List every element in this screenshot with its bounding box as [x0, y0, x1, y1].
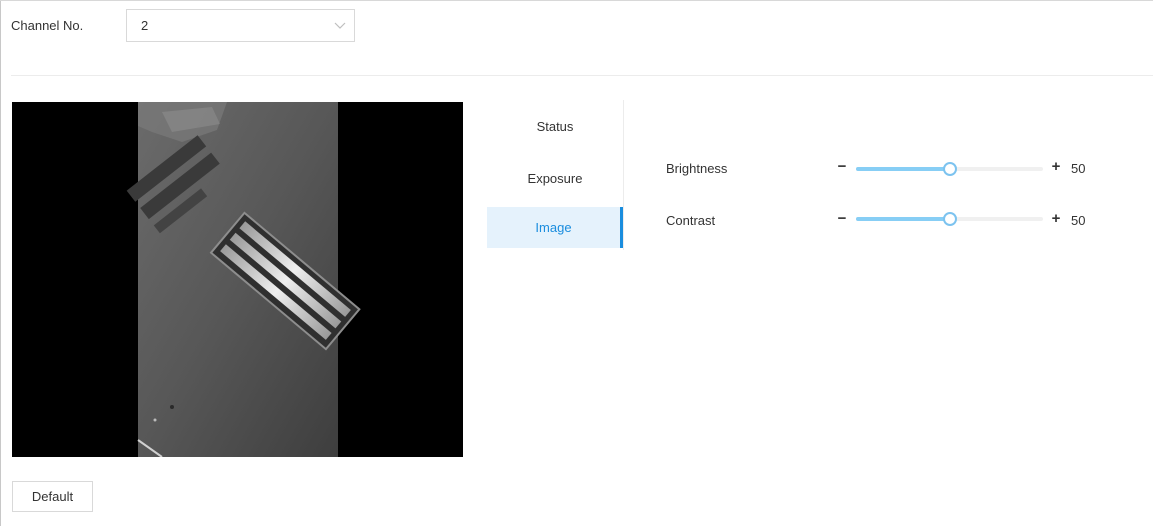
chevron-down-icon — [334, 22, 346, 29]
brightness-value: 50 — [1071, 161, 1086, 176]
channel-select-value: 2 — [141, 18, 149, 33]
settings-tabs: Status Exposure Image — [487, 100, 624, 250]
slider-fill — [856, 217, 950, 221]
camera-frame-image — [12, 102, 463, 457]
frame-left-border — [0, 0, 1, 526]
header-divider — [11, 75, 1153, 76]
tab-status[interactable]: Status — [487, 106, 623, 147]
tab-exposure[interactable]: Exposure — [487, 158, 623, 199]
slider-handle[interactable] — [942, 162, 957, 176]
contrast-label: Contrast — [666, 213, 716, 228]
brightness-label: Brightness — [666, 161, 728, 176]
channel-select[interactable]: 2 — [126, 9, 355, 42]
tab-image[interactable]: Image — [487, 207, 623, 248]
slider-fill — [856, 167, 950, 171]
contrast-increase-button[interactable]: + — [1050, 210, 1062, 227]
brightness-decrease-button[interactable]: − — [836, 158, 848, 175]
contrast-slider[interactable] — [856, 212, 1043, 226]
contrast-value: 50 — [1071, 213, 1086, 228]
slider-handle[interactable] — [942, 212, 957, 226]
channel-label: Channel No. — [11, 18, 84, 33]
contrast-decrease-button[interactable]: − — [836, 210, 848, 227]
brightness-increase-button[interactable]: + — [1050, 158, 1062, 175]
frame-top-border — [0, 0, 1153, 1]
default-button[interactable]: Default — [12, 481, 93, 512]
video-preview — [12, 102, 463, 457]
brightness-slider[interactable] — [856, 162, 1043, 176]
